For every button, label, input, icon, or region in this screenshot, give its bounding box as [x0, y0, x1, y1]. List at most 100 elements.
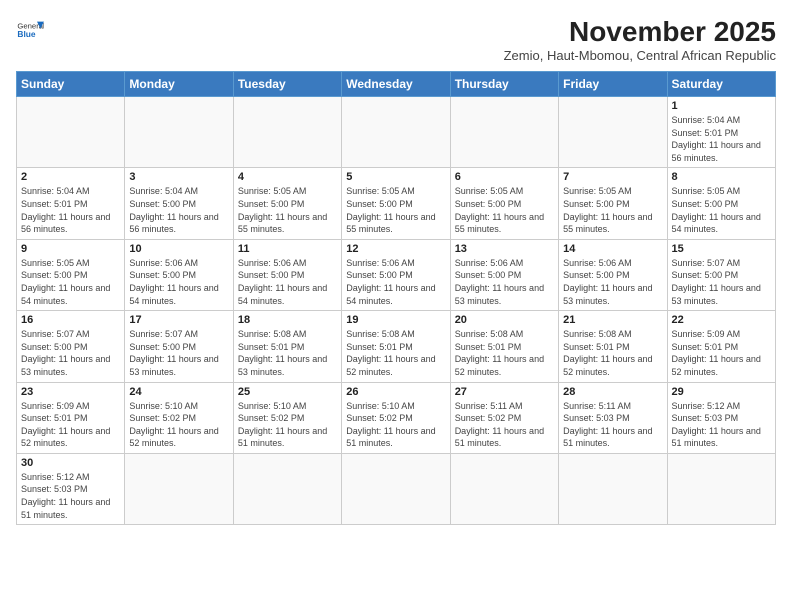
calendar-cell: 25 Sunrise: 5:10 AM Sunset: 5:02 PM Dayli… — [233, 382, 341, 453]
day-info: Sunrise: 5:08 AM Sunset: 5:01 PM Dayligh… — [238, 328, 337, 378]
calendar-week-row: 1 Sunrise: 5:04 AM Sunset: 5:01 PM Daylig… — [17, 97, 776, 168]
day-number: 6 — [455, 171, 554, 183]
calendar-cell: 15Sunrise: 5:07 AM Sunset: 5:00 PM Dayli… — [667, 239, 775, 310]
day-number: 28 — [563, 386, 662, 398]
calendar-cell: 17 Sunrise: 5:07 AM Sunset: 5:00 PM Dayli… — [125, 311, 233, 382]
calendar-cell: 4Sunrise: 5:05 AM Sunset: 5:00 PM Daylig… — [233, 168, 341, 239]
day-info: Sunrise: 5:04 AM Sunset: 5:00 PM Dayligh… — [129, 185, 228, 235]
day-info: Sunrise: 5:10 AM Sunset: 5:02 PM Dayligh… — [346, 400, 445, 450]
calendar-cell: 21 Sunrise: 5:08 AM Sunset: 5:01 PM Dayli… — [559, 311, 667, 382]
day-info: Sunrise: 5:07 AM Sunset: 5:00 PM Dayligh… — [129, 328, 228, 378]
day-number: 20 — [455, 314, 554, 326]
day-info: Sunrise: 5:05 AM Sunset: 5:00 PM Dayligh… — [563, 185, 662, 235]
day-info: Sunrise: 5:09 AM Sunset: 5:01 PM Dayligh… — [672, 328, 771, 378]
calendar-cell: 12Sunrise: 5:06 AM Sunset: 5:00 PM Dayli… — [342, 239, 450, 310]
calendar-cell — [125, 97, 233, 168]
day-number: 23 — [21, 386, 120, 398]
calendar-cell — [450, 453, 558, 524]
calendar-cell — [233, 97, 341, 168]
day-info: Sunrise: 5:11 AM Sunset: 5:02 PM Dayligh… — [455, 400, 554, 450]
day-number: 3 — [129, 171, 228, 183]
calendar-cell — [559, 97, 667, 168]
calendar-week-row: 23 Sunrise: 5:09 AM Sunset: 5:01 PM Dayli… — [17, 382, 776, 453]
day-number: 18 — [238, 314, 337, 326]
day-info: Sunrise: 5:08 AM Sunset: 5:01 PM Dayligh… — [455, 328, 554, 378]
calendar-cell: 10 Sunrise: 5:06 AM Sunset: 5:00 PM Dayli… — [125, 239, 233, 310]
day-info: Sunrise: 5:06 AM Sunset: 5:00 PM Dayligh… — [455, 257, 554, 307]
calendar-cell — [342, 97, 450, 168]
svg-text:Blue: Blue — [17, 29, 35, 39]
page-header: General Blue November 2025 Zemio, Haut-M… — [16, 16, 776, 63]
day-number: 9 — [21, 243, 120, 255]
day-info: Sunrise: 5:04 AM Sunset: 5:01 PM Dayligh… — [21, 185, 120, 235]
calendar-table: SundayMondayTuesdayWednesdayThursdayFrid… — [16, 71, 776, 525]
day-number: 26 — [346, 386, 445, 398]
day-info: Sunrise: 5:12 AM Sunset: 5:03 PM Dayligh… — [672, 400, 771, 450]
day-info: Sunrise: 5:06 AM Sunset: 5:00 PM Dayligh… — [129, 257, 228, 307]
calendar-cell: 13 Sunrise: 5:06 AM Sunset: 5:00 PM Dayli… — [450, 239, 558, 310]
calendar-cell — [233, 453, 341, 524]
day-number: 11 — [238, 243, 337, 255]
calendar-cell — [667, 453, 775, 524]
day-number: 2 — [21, 171, 120, 183]
calendar-cell: 28 Sunrise: 5:11 AM Sunset: 5:03 PM Dayli… — [559, 382, 667, 453]
day-info: Sunrise: 5:07 AM Sunset: 5:00 PM Dayligh… — [21, 328, 120, 378]
day-info: Sunrise: 5:04 AM Sunset: 5:01 PM Dayligh… — [672, 114, 771, 164]
calendar-week-row: 16 Sunrise: 5:07 AM Sunset: 5:00 PM Dayli… — [17, 311, 776, 382]
calendar-cell: 6 Sunrise: 5:05 AM Sunset: 5:00 PM Daylig… — [450, 168, 558, 239]
day-info: Sunrise: 5:09 AM Sunset: 5:01 PM Dayligh… — [21, 400, 120, 450]
calendar-header-row: SundayMondayTuesdayWednesdayThursdayFrid… — [17, 72, 776, 97]
calendar-cell — [342, 453, 450, 524]
day-number: 12 — [346, 243, 445, 255]
generalblue-logo-icon: General Blue — [16, 16, 44, 44]
day-info: Sunrise: 5:05 AM Sunset: 5:00 PM Dayligh… — [346, 185, 445, 235]
calendar-cell: 3 Sunrise: 5:04 AM Sunset: 5:00 PM Daylig… — [125, 168, 233, 239]
calendar-cell: 9 Sunrise: 5:05 AM Sunset: 5:00 PM Daylig… — [17, 239, 125, 310]
day-info: Sunrise: 5:05 AM Sunset: 5:00 PM Dayligh… — [672, 185, 771, 235]
calendar-cell: 18 Sunrise: 5:08 AM Sunset: 5:01 PM Dayli… — [233, 311, 341, 382]
day-number: 14 — [563, 243, 662, 255]
day-info: Sunrise: 5:11 AM Sunset: 5:03 PM Dayligh… — [563, 400, 662, 450]
day-info: Sunrise: 5:08 AM Sunset: 5:01 PM Dayligh… — [563, 328, 662, 378]
day-number: 16 — [21, 314, 120, 326]
day-number: 5 — [346, 171, 445, 183]
day-info: Sunrise: 5:12 AM Sunset: 5:03 PM Dayligh… — [21, 471, 120, 521]
day-number: 8 — [672, 171, 771, 183]
day-number: 29 — [672, 386, 771, 398]
calendar-cell: 7 Sunrise: 5:05 AM Sunset: 5:00 PM Daylig… — [559, 168, 667, 239]
calendar-cell: 8 Sunrise: 5:05 AM Sunset: 5:00 PM Daylig… — [667, 168, 775, 239]
day-info: Sunrise: 5:10 AM Sunset: 5:02 PM Dayligh… — [238, 400, 337, 450]
calendar-cell — [125, 453, 233, 524]
day-number: 4 — [238, 171, 337, 183]
day-number: 7 — [563, 171, 662, 183]
day-number: 10 — [129, 243, 228, 255]
day-number: 22 — [672, 314, 771, 326]
day-number: 19 — [346, 314, 445, 326]
calendar-cell: 22 Sunrise: 5:09 AM Sunset: 5:01 PM Dayli… — [667, 311, 775, 382]
day-header-friday: Friday — [559, 72, 667, 97]
calendar-cell: 24Sunrise: 5:10 AM Sunset: 5:02 PM Dayli… — [125, 382, 233, 453]
calendar-cell: 27Sunrise: 5:11 AM Sunset: 5:02 PM Dayli… — [450, 382, 558, 453]
day-number: 17 — [129, 314, 228, 326]
day-number: 25 — [238, 386, 337, 398]
location-subtitle: Zemio, Haut-Mbomou, Central African Repu… — [504, 48, 776, 63]
calendar-week-row: 2 Sunrise: 5:04 AM Sunset: 5:01 PM Daylig… — [17, 168, 776, 239]
calendar-cell: 29 Sunrise: 5:12 AM Sunset: 5:03 PM Dayli… — [667, 382, 775, 453]
day-number: 21 — [563, 314, 662, 326]
calendar-cell: 23 Sunrise: 5:09 AM Sunset: 5:01 PM Dayli… — [17, 382, 125, 453]
day-number: 13 — [455, 243, 554, 255]
day-header-saturday: Saturday — [667, 72, 775, 97]
calendar-cell: 14 Sunrise: 5:06 AM Sunset: 5:00 PM Dayli… — [559, 239, 667, 310]
calendar-week-row: 30Sunrise: 5:12 AM Sunset: 5:03 PM Dayli… — [17, 453, 776, 524]
day-info: Sunrise: 5:05 AM Sunset: 5:00 PM Dayligh… — [21, 257, 120, 307]
calendar-cell: 26 Sunrise: 5:10 AM Sunset: 5:02 PM Dayli… — [342, 382, 450, 453]
day-number: 1 — [672, 100, 771, 112]
day-info: Sunrise: 5:05 AM Sunset: 5:00 PM Dayligh… — [455, 185, 554, 235]
day-info: Sunrise: 5:06 AM Sunset: 5:00 PM Dayligh… — [563, 257, 662, 307]
calendar-cell — [450, 97, 558, 168]
day-info: Sunrise: 5:10 AM Sunset: 5:02 PM Dayligh… — [129, 400, 228, 450]
calendar-cell — [17, 97, 125, 168]
day-info: Sunrise: 5:06 AM Sunset: 5:00 PM Dayligh… — [238, 257, 337, 307]
calendar-cell: 2 Sunrise: 5:04 AM Sunset: 5:01 PM Daylig… — [17, 168, 125, 239]
day-header-monday: Monday — [125, 72, 233, 97]
